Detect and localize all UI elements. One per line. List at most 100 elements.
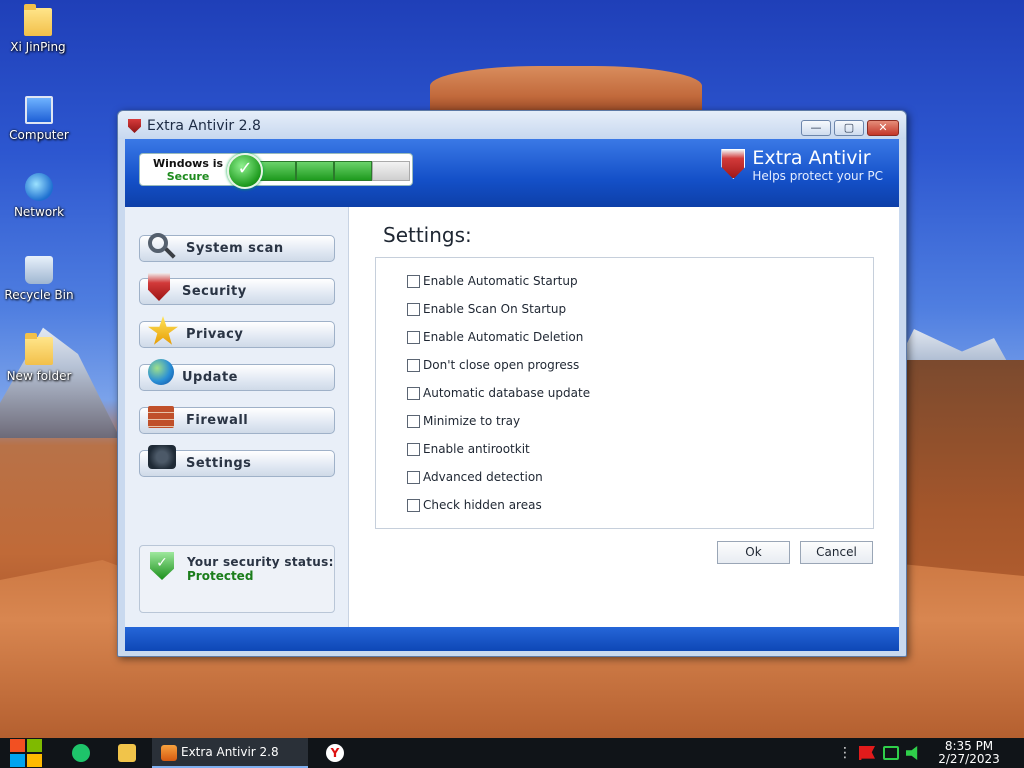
- nav-firewall-button[interactable]: Firewall: [139, 406, 335, 434]
- option-label: Advanced detection: [423, 470, 543, 484]
- status-bar-segment: [334, 161, 372, 181]
- desktop-icon-label: New folder: [6, 369, 72, 383]
- desktop-icon-label: Xi JinPing: [10, 40, 66, 54]
- nav-settings-button[interactable]: Settings: [139, 445, 335, 477]
- maximize-button[interactable]: ▢: [834, 120, 864, 136]
- nav-system-scan-button[interactable]: System scan: [139, 233, 335, 262]
- brand-block: Extra Antivir Helps protect your PC: [721, 147, 883, 183]
- window-footer-bar: [125, 627, 899, 651]
- option-label: Enable Automatic Startup: [423, 274, 578, 288]
- file-explorer-icon[interactable]: [118, 744, 136, 762]
- close-button[interactable]: ✕: [867, 120, 899, 136]
- desktop-icon-label: Recycle Bin: [4, 288, 74, 302]
- security-status-label: Your security status:: [187, 555, 334, 569]
- nav-label: Update: [182, 370, 238, 385]
- antivirus-window: Extra Antivir 2.8 — ▢ ✕ Windows is Secur…: [117, 110, 907, 657]
- checkbox[interactable]: [407, 471, 420, 484]
- nav-label: Firewall: [186, 413, 249, 428]
- checkbox[interactable]: [407, 359, 420, 372]
- option-label: Enable Automatic Deletion: [423, 330, 584, 344]
- messenger-icon[interactable]: [72, 744, 90, 762]
- desktop-icon-label: Computer: [9, 128, 69, 142]
- recycle-bin-icon: [25, 256, 53, 284]
- checkbox[interactable]: [407, 499, 420, 512]
- windows-logo-icon: [10, 739, 25, 752]
- checkbox[interactable]: [407, 387, 420, 400]
- tray-overflow-icon[interactable]: ⋮: [838, 746, 852, 760]
- shield-icon: [148, 273, 170, 301]
- windows-logo-icon: [27, 739, 42, 752]
- option-label: Enable Scan On Startup: [423, 302, 567, 316]
- window-title: Extra Antivir 2.8: [147, 118, 261, 134]
- checkbox[interactable]: [407, 331, 420, 344]
- taskbar-app-extra-antivir[interactable]: Extra Antivir 2.8: [152, 738, 308, 768]
- nav-update-button[interactable]: Update: [139, 359, 335, 391]
- app-icon: [161, 745, 177, 761]
- ok-button[interactable]: Ok: [717, 541, 790, 564]
- folder-icon: [25, 333, 53, 365]
- cancel-button[interactable]: Cancel: [800, 541, 873, 564]
- option-label: Minimize to tray: [423, 414, 521, 428]
- page-title: Settings:: [383, 223, 472, 247]
- app-header: Windows is Secure ✓ Extra Antivir Helps …: [125, 139, 899, 207]
- windows-logo-icon: [27, 754, 42, 767]
- desktop-icon-label: Network: [13, 205, 65, 219]
- windows-logo-icon: [10, 754, 25, 767]
- option-label: Check hidden areas: [423, 498, 542, 512]
- shield-check-icon: ✓: [150, 552, 174, 580]
- minimize-icon: —: [810, 121, 822, 134]
- volume-icon[interactable]: [906, 746, 918, 760]
- start-button[interactable]: [10, 738, 44, 768]
- computer-icon: [25, 96, 53, 124]
- checkbox[interactable]: [407, 443, 420, 456]
- star-icon: [148, 316, 178, 345]
- status-bar-segment: [296, 161, 334, 181]
- checkbox[interactable]: [407, 415, 420, 428]
- minimize-button[interactable]: —: [801, 120, 831, 136]
- desktop-icon-new-folder[interactable]: New folder: [3, 333, 75, 383]
- folder-icon: [24, 4, 52, 36]
- system-clock[interactable]: 8:35 PM 2/27/2023: [938, 740, 1000, 766]
- nav-privacy-button[interactable]: Privacy: [139, 316, 335, 348]
- nav-label: Settings: [186, 456, 252, 471]
- option-label: Don't close open progress: [423, 358, 580, 372]
- security-status-panel: ✓ Your security status: Protected: [139, 545, 335, 613]
- secure-check-icon: ✓: [227, 153, 263, 189]
- status-line1: Windows is: [152, 157, 224, 170]
- desktop-icon-computer[interactable]: Computer: [3, 96, 75, 142]
- brand-name: Extra Antivir: [752, 147, 871, 169]
- clock-date: 2/27/2023: [938, 752, 1000, 766]
- network-tray-icon[interactable]: [883, 746, 899, 760]
- desktop-icon-network[interactable]: Network: [3, 173, 75, 219]
- yandex-browser-icon[interactable]: Y: [326, 744, 344, 762]
- nav-label: Security: [182, 284, 247, 299]
- firewall-icon: [148, 406, 174, 428]
- checkbox[interactable]: [407, 275, 420, 288]
- settings-options-box: Enable Automatic Startup Enable Scan On …: [375, 257, 874, 529]
- status-text: Windows is Secure: [146, 157, 230, 183]
- wallpaper-rock: [430, 66, 702, 116]
- status-line2: Secure: [166, 170, 210, 183]
- desktop-icon-recycle-bin[interactable]: Recycle Bin: [3, 256, 75, 302]
- taskbar: Extra Antivir 2.8 Y ⋮ 8:35 PM 2/27/2023: [0, 738, 1024, 768]
- sidebar: System scan Security Privacy Update Fire…: [125, 207, 349, 627]
- brand-shield-icon: [721, 149, 746, 179]
- option-label: Automatic database update: [423, 386, 591, 400]
- checkbox[interactable]: [407, 303, 420, 316]
- nav-label: System scan: [186, 241, 284, 256]
- taskbar-app-label: Extra Antivir 2.8: [181, 745, 279, 759]
- brand-tagline: Helps protect your PC: [752, 169, 883, 183]
- protection-status-indicator: Windows is Secure ✓: [139, 153, 413, 189]
- security-status-value: Protected: [187, 569, 254, 583]
- settings-icon: [148, 445, 176, 469]
- nav-security-button[interactable]: Security: [139, 273, 335, 305]
- globe-icon: [148, 359, 174, 385]
- close-icon: ✕: [878, 121, 888, 134]
- window-titlebar[interactable]: Extra Antivir 2.8 — ▢ ✕: [118, 111, 906, 139]
- magnifier-icon: [148, 233, 168, 253]
- flag-icon[interactable]: [859, 746, 875, 760]
- maximize-icon: ▢: [843, 121, 855, 134]
- desktop-icon-user-folder[interactable]: Xi JinPing: [2, 4, 74, 54]
- settings-panel: Settings: Enable Automatic Startup Enabl…: [350, 207, 899, 627]
- network-icon: [25, 173, 53, 201]
